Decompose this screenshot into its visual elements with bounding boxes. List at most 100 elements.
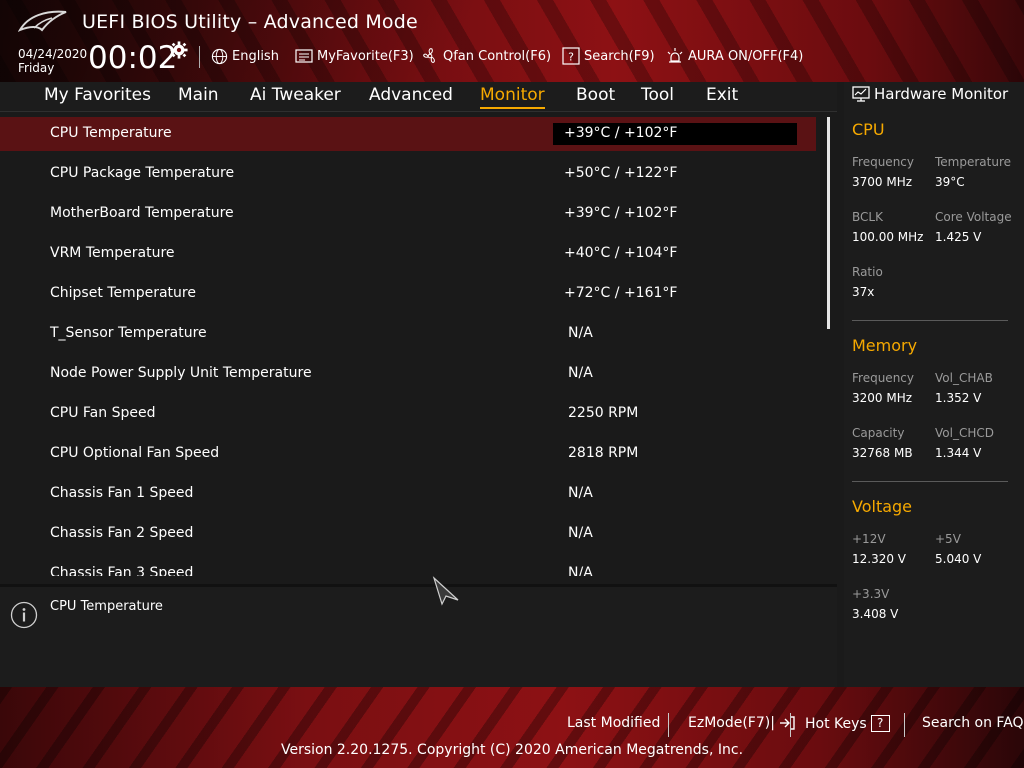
cpu-temperature-label: Temperature	[935, 155, 1012, 169]
last-modified-button[interactable]: Last Modified	[567, 715, 660, 731]
list-item-value: N/A	[568, 365, 593, 381]
list-item-label: CPU Optional Fan Speed	[50, 445, 220, 461]
search-button[interactable]: ? Search(F9)	[562, 46, 655, 66]
footer-divider	[904, 713, 905, 737]
list-item[interactable]: Chassis Fan 1 Speed N/A	[0, 477, 816, 511]
list-item[interactable]: Node Power Supply Unit Temperature N/A	[0, 357, 816, 391]
rog-logo	[18, 10, 67, 32]
help-key-icon: ?	[870, 715, 890, 732]
cpu-frequency-value: 3700 MHz	[852, 175, 913, 189]
footer-divider	[668, 713, 669, 737]
list-scrollbar[interactable]	[827, 117, 830, 329]
v12-value: 12.320 V	[852, 552, 907, 566]
tab-ai-tweaker[interactable]: Ai Tweaker	[250, 85, 341, 107]
info-icon	[10, 601, 38, 629]
list-item-label: VRM Temperature	[50, 245, 175, 261]
gear-icon[interactable]	[170, 41, 188, 59]
v12-label: +12V	[852, 532, 886, 546]
v33-value: 3.408 V	[852, 607, 899, 621]
list-item[interactable]: T_Sensor Temperature N/A	[0, 317, 816, 351]
clock-time[interactable]: 00:02	[88, 40, 177, 76]
bclk-value: 100.00 MHz	[852, 230, 924, 244]
search-label: Search(F9)	[584, 48, 655, 64]
v33-label: +3.3V	[852, 587, 890, 601]
core-voltage-value: 1.425 V	[935, 230, 982, 244]
list-item-label: CPU Temperature	[50, 125, 172, 141]
aura-toggle-button[interactable]: AURA ON/OFF(F4)	[666, 46, 803, 66]
list-item-label: T_Sensor Temperature	[50, 325, 207, 341]
myfavorite-label: MyFavorite(F3)	[317, 48, 414, 64]
tab-advanced[interactable]: Advanced	[369, 85, 453, 107]
capacity-label: Capacity	[852, 426, 905, 440]
globe-icon	[211, 48, 228, 64]
list-item-label: CPU Package Temperature	[50, 165, 235, 181]
list-item[interactable]: CPU Fan Speed 2250 RPM	[0, 397, 816, 431]
date-text: 04/24/2020	[18, 47, 88, 61]
list-item-label: Chassis Fan 2 Speed	[50, 525, 194, 541]
list-item-value: +39°C / +102°F	[564, 125, 678, 141]
v5-value: 5.040 V	[935, 552, 982, 566]
footer-divider	[790, 713, 791, 737]
list-item-label: CPU Fan Speed	[50, 405, 156, 421]
list-item-value: 2818 RPM	[568, 445, 639, 461]
hot-keys-button[interactable]: Hot Keys ?	[805, 715, 890, 732]
qfan-control-button[interactable]: Qfan Control(F6)	[421, 46, 551, 66]
tab-tool[interactable]: Tool	[641, 85, 674, 107]
vol-chab-label: Vol_CHAB	[935, 371, 993, 385]
tab-boot[interactable]: Boot	[576, 85, 615, 107]
help-panel: CPU Temperature	[0, 584, 837, 687]
list-item[interactable]: MotherBoard Temperature +39°C / +102°F	[0, 197, 816, 231]
copyright-text: Version 2.20.1275. Copyright (C) 2020 Am…	[280, 742, 744, 758]
monitor-item-list: CPU Temperature +39°C / +102°F CPU Packa…	[0, 113, 837, 576]
list-item-cpu-temperature[interactable]: CPU Temperature +39°C / +102°F	[0, 117, 816, 151]
list-item[interactable]: Chassis Fan 2 Speed N/A	[0, 517, 816, 551]
cpu-temperature-value: 39°C	[935, 175, 965, 189]
list-item[interactable]: Chassis Fan 3 Speed N/A	[0, 557, 816, 576]
hardware-monitor-label: Hardware Monitor	[874, 85, 1009, 103]
memory-frequency-label: Frequency	[852, 371, 914, 385]
mouse-cursor-icon	[432, 576, 459, 606]
list-item-label: Chassis Fan 1 Speed	[50, 485, 194, 501]
cpu-frequency-label: Frequency	[852, 155, 914, 169]
vol-chcd-label: Vol_CHCD	[935, 426, 994, 440]
capacity-value: 32768 MB	[852, 446, 913, 460]
search-faq-button[interactable]: Search on FAQ	[922, 715, 1024, 731]
list-item-value: N/A	[568, 525, 593, 541]
cpu-section-title: CPU	[852, 120, 885, 139]
list-item-value: 2250 RPM	[568, 405, 639, 421]
list-item[interactable]: CPU Optional Fan Speed 2818 RPM	[0, 437, 816, 471]
v5-label: +5V	[935, 532, 961, 546]
core-voltage-label: Core Voltage	[935, 210, 1012, 224]
ratio-label: Ratio	[852, 265, 883, 279]
ratio-value: 37x	[852, 285, 875, 299]
vol-chab-value: 1.352 V	[935, 391, 982, 405]
search-faq-label: Search on FAQ	[922, 715, 1024, 731]
qfan-control-label: Qfan Control(F6)	[443, 48, 552, 64]
list-item-label: Chipset Temperature	[50, 285, 196, 301]
tab-main[interactable]: Main	[178, 85, 219, 107]
list-item[interactable]: CPU Package Temperature +50°C / +122°F	[0, 157, 816, 191]
ezmode-label: EzMode(F7)|	[688, 715, 775, 731]
language-button[interactable]: English	[211, 46, 279, 66]
day-text: Friday	[18, 61, 55, 75]
tab-my-favorites[interactable]: My Favorites	[44, 85, 151, 107]
list-item-value: +50°C / +122°F	[564, 165, 678, 181]
hardware-monitor-title: Hardware Monitor	[852, 85, 1008, 103]
favorite-icon	[295, 49, 313, 63]
myfavorite-button[interactable]: MyFavorite(F3)	[295, 46, 414, 66]
list-item[interactable]: VRM Temperature +40°C / +104°F	[0, 237, 816, 271]
memory-section-title: Memory	[852, 336, 918, 355]
list-item-value: N/A	[568, 565, 593, 576]
hot-keys-label: Hot Keys	[805, 715, 867, 732]
tab-monitor[interactable]: Monitor	[480, 85, 545, 109]
list-item[interactable]: Chipset Temperature +72°C / +161°F	[0, 277, 816, 311]
language-label: English	[232, 48, 279, 64]
header-bar: UEFI BIOS Utility – Advanced Mode 04/24/…	[0, 0, 1024, 82]
list-item-value: N/A	[568, 485, 593, 501]
voltage-section-title: Voltage	[852, 497, 913, 516]
tab-exit[interactable]: Exit	[706, 85, 738, 107]
vol-chcd-value: 1.344 V	[935, 446, 982, 460]
list-item-value: N/A	[568, 325, 593, 341]
search-icon: ?	[562, 47, 580, 65]
ezmode-button[interactable]: EzMode(F7)|	[688, 715, 795, 731]
